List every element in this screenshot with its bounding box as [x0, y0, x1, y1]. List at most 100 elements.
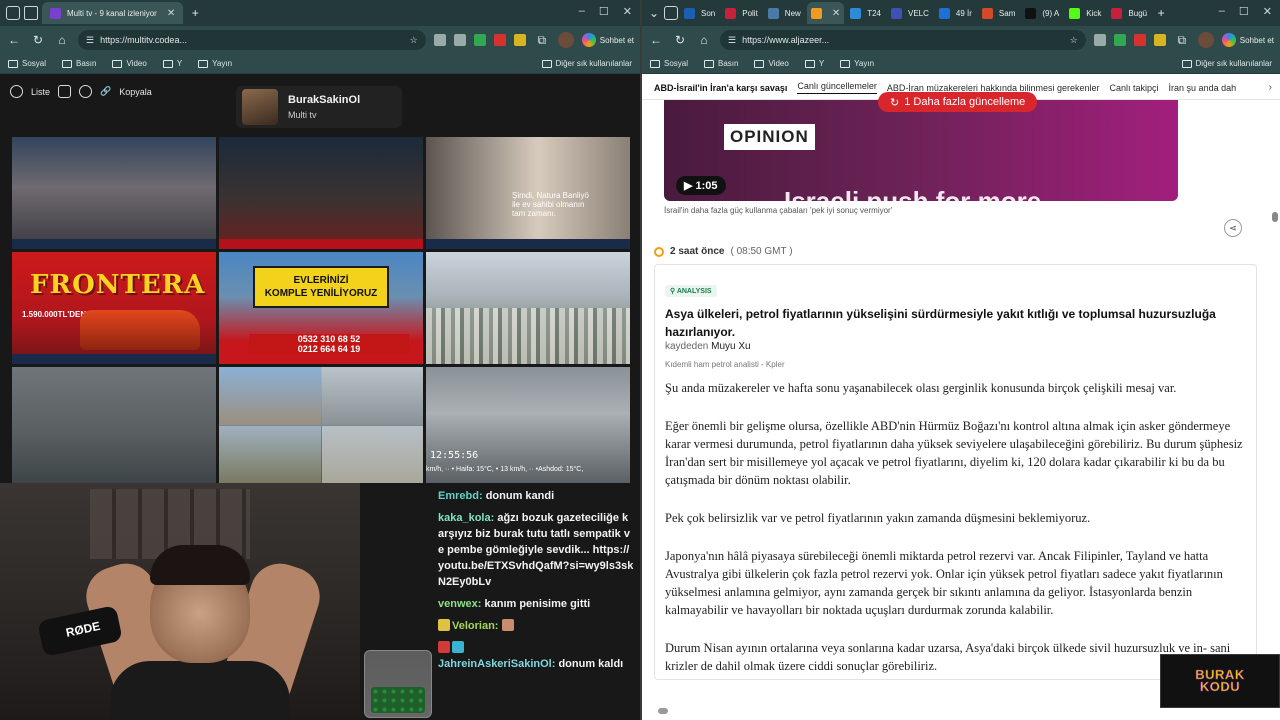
- live-blog-title[interactable]: ABD-İsrail'in İran'a karşı savaşı: [654, 83, 787, 93]
- refresh-icon[interactable]: ↻: [672, 33, 688, 47]
- close-tab-icon[interactable]: ✕: [167, 8, 175, 19]
- channel-card[interactable]: BurakSakinOl Multi tv: [236, 86, 402, 128]
- stream-tile[interactable]: FRONTERA 1.590.000TL'DEN: [12, 252, 216, 364]
- browser-tab-active[interactable]: ✕: [806, 2, 845, 24]
- back-icon[interactable]: ←: [6, 33, 22, 47]
- bookmark-folder[interactable]: Y: [162, 59, 182, 68]
- maximize-icon[interactable]: ☐: [599, 5, 609, 18]
- new-tab-icon[interactable]: +: [1153, 6, 1169, 20]
- browser-tab[interactable]: (9) A: [1021, 2, 1063, 24]
- bookmark-folder[interactable]: Video: [754, 59, 789, 68]
- browser-tab[interactable]: Son: [680, 2, 719, 24]
- bookmark-folder[interactable]: Basın: [62, 59, 96, 68]
- stream-tile[interactable]: [426, 252, 630, 364]
- chat-username[interactable]: JahreinAskeriSakinOl:: [438, 658, 555, 670]
- extension-icon[interactable]: [453, 34, 466, 46]
- tab-list-icon[interactable]: ⌄: [646, 6, 662, 20]
- stream-tile[interactable]: [219, 367, 423, 483]
- copilot-button[interactable]: Sohbet et: [1221, 33, 1274, 47]
- browser-tab[interactable]: Kick: [1065, 2, 1105, 24]
- home-icon[interactable]: ⌂: [696, 33, 712, 47]
- tab-multitv[interactable]: Multi tv - 9 kanal izleniyor ✕: [42, 2, 184, 24]
- back-icon[interactable]: ←: [648, 33, 664, 47]
- home-icon[interactable]: ⌂: [54, 33, 70, 47]
- browser-tab[interactable]: Bugü: [1107, 2, 1151, 24]
- browser-tab[interactable]: Polit: [721, 2, 762, 24]
- stream-tile[interactable]: EVLERİNİZİ KOMPLE YENİLİYORUZ 0532 310 6…: [219, 252, 423, 364]
- fullscreen-icon[interactable]: [58, 85, 72, 98]
- minimize-icon[interactable]: –: [1219, 5, 1225, 18]
- copy-button[interactable]: Kopyala: [119, 87, 152, 97]
- new-tab-icon[interactable]: +: [187, 6, 203, 20]
- history-icon[interactable]: [79, 85, 93, 98]
- extension-icon[interactable]: [1153, 34, 1166, 46]
- close-tab-icon[interactable]: ✕: [832, 8, 840, 19]
- list-button[interactable]: Liste: [31, 87, 50, 97]
- new-updates-button[interactable]: ↻ 1 Daha fazla güncelleme: [878, 92, 1038, 112]
- horizontal-scrollbar[interactable]: [648, 708, 1248, 716]
- copilot-button[interactable]: Sohbet et: [581, 33, 634, 47]
- play-button[interactable]: ▶ 1:05: [676, 176, 726, 195]
- stream-tile[interactable]: [12, 367, 216, 483]
- extension-icon[interactable]: [493, 34, 506, 46]
- nav-tab-more[interactable]: İran şu anda dah: [1169, 83, 1237, 93]
- chat-username[interactable]: venwex:: [438, 598, 481, 610]
- close-window-icon[interactable]: ✕: [1263, 5, 1272, 18]
- chevron-right-icon[interactable]: ›: [1268, 82, 1272, 93]
- split-screen-icon[interactable]: ⧉: [1174, 33, 1190, 48]
- extension-icon[interactable]: [473, 34, 486, 46]
- stream-tile[interactable]: [12, 137, 216, 249]
- bookmark-folder[interactable]: Yayın: [840, 59, 874, 68]
- bookmark-folder[interactable]: Sosyal: [650, 59, 688, 68]
- browser-tab[interactable]: T24: [846, 2, 885, 24]
- address-bar[interactable]: ☰ https://multitv.codea... ☆: [78, 30, 426, 50]
- chat-username[interactable]: kaka_kola:: [438, 512, 494, 524]
- extension-icon[interactable]: [1093, 34, 1106, 46]
- minimize-icon[interactable]: –: [579, 5, 585, 18]
- site-info-icon[interactable]: ☰: [728, 35, 736, 46]
- favorite-star-icon[interactable]: ☆: [410, 35, 418, 46]
- browser-tab[interactable]: VELC: [887, 2, 933, 24]
- nav-tab-live-updates[interactable]: Canlı güncellemeler: [797, 81, 877, 94]
- scrollbar-thumb[interactable]: [1272, 212, 1278, 222]
- extension-icon[interactable]: [433, 34, 446, 46]
- chat-username[interactable]: Velorian:: [452, 620, 498, 632]
- nav-tab-what-to-know[interactable]: ABD-İran müzakereleri hakkında bilinmesi…: [887, 83, 1100, 93]
- favorite-star-icon[interactable]: ☆: [1070, 35, 1078, 46]
- vertical-scrollbar[interactable]: [1272, 108, 1278, 698]
- browser-tab[interactable]: Sam: [978, 2, 1019, 24]
- site-info-icon[interactable]: ☰: [86, 35, 94, 46]
- other-bookmarks[interactable]: Diğer sık kullanılanlar: [1181, 59, 1272, 68]
- settings-gear-icon[interactable]: [10, 85, 23, 98]
- author-name[interactable]: Muyu Xu: [711, 341, 750, 352]
- video-player[interactable]: OPINION Israeli push for more ▶ 1:05: [664, 100, 1178, 201]
- workspaces-icon[interactable]: [6, 6, 20, 20]
- bookmark-folder[interactable]: Sosyal: [8, 59, 46, 68]
- stream-tile[interactable]: Şimdi, Natura Banliyö ile ev sahibi olma…: [426, 137, 630, 249]
- stream-tile[interactable]: [219, 137, 423, 249]
- stream-tile[interactable]: 12:55:56 km/h, ·· • Haifa: 15°C, • 13 km…: [426, 367, 630, 483]
- address-bar[interactable]: ☰ https://www.aljazeer... ☆: [720, 30, 1086, 50]
- share-icon[interactable]: ⋖: [1224, 219, 1242, 237]
- bookmark-folder[interactable]: Basın: [704, 59, 738, 68]
- other-bookmarks[interactable]: Diğer sık kullanılanlar: [541, 59, 632, 68]
- split-screen-icon[interactable]: ⧉: [534, 33, 550, 48]
- extension-icon[interactable]: [513, 34, 526, 46]
- refresh-icon[interactable]: ↻: [30, 33, 46, 47]
- profile-avatar[interactable]: [1197, 32, 1214, 48]
- maximize-icon[interactable]: ☐: [1239, 5, 1249, 18]
- bookmark-folder[interactable]: Y: [804, 59, 824, 68]
- browser-tab[interactable]: 49 İr: [935, 2, 976, 24]
- scrollbar-thumb[interactable]: [658, 708, 668, 714]
- workspaces-icon[interactable]: [664, 6, 678, 20]
- browser-tab[interactable]: New: [764, 2, 805, 24]
- nav-tab-live-tracker[interactable]: Canlı takipçi: [1110, 83, 1159, 93]
- extension-icon[interactable]: [1133, 34, 1146, 46]
- close-window-icon[interactable]: ✕: [623, 5, 632, 18]
- tab-actions-icon[interactable]: [24, 6, 38, 20]
- bookmark-folder[interactable]: Yayın: [198, 59, 232, 68]
- bookmark-folder[interactable]: Video: [112, 59, 147, 68]
- profile-avatar[interactable]: [557, 32, 574, 48]
- extension-icon[interactable]: [1113, 34, 1126, 46]
- chat-username[interactable]: Emrebd:: [438, 490, 483, 502]
